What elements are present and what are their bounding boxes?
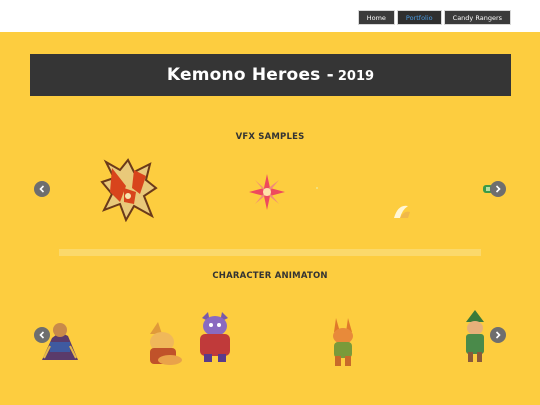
vfx-slash-sprite (394, 205, 410, 218)
character-heading: CHARACTER ANIMATON (212, 271, 328, 281)
chevron-right-icon (495, 331, 501, 339)
vfx-prev-button[interactable] (34, 181, 50, 197)
nav-home[interactable]: Home (357, 10, 395, 25)
page-banner: Kemono Heroes - 2019 (30, 54, 511, 96)
vfx-sparkle-sprite (249, 174, 285, 210)
nav-candy-rangers[interactable]: Candy Rangers (443, 10, 511, 25)
vfx-next-button[interactable] (490, 181, 506, 197)
character-rabbit-sprite (333, 318, 353, 366)
chevron-right-icon (495, 185, 501, 193)
character-hat-sprite (466, 310, 484, 362)
vfx-particle (316, 187, 318, 189)
section-divider (59, 249, 481, 256)
top-bar: Home Portfolio Candy Rangers (0, 0, 540, 32)
character-brute-sprite (200, 312, 230, 362)
vfx-explosion-sprite (100, 158, 158, 222)
vfx-heading: VFX SAMPLES (235, 132, 305, 142)
chevron-left-icon (39, 185, 45, 193)
character-fox-sprite (150, 322, 182, 365)
page-title: Kemono Heroes - (166, 65, 334, 85)
main-nav: Home Portfolio Candy Rangers (357, 10, 511, 25)
main-content: Kemono Heroes - 2019 VFX SAMPLES CHARACT… (0, 32, 540, 405)
page-year: 2019 (337, 68, 375, 84)
character-next-button[interactable] (490, 327, 506, 343)
character-warrior-sprite (42, 323, 78, 360)
nav-portfolio[interactable]: Portfolio (396, 10, 442, 25)
